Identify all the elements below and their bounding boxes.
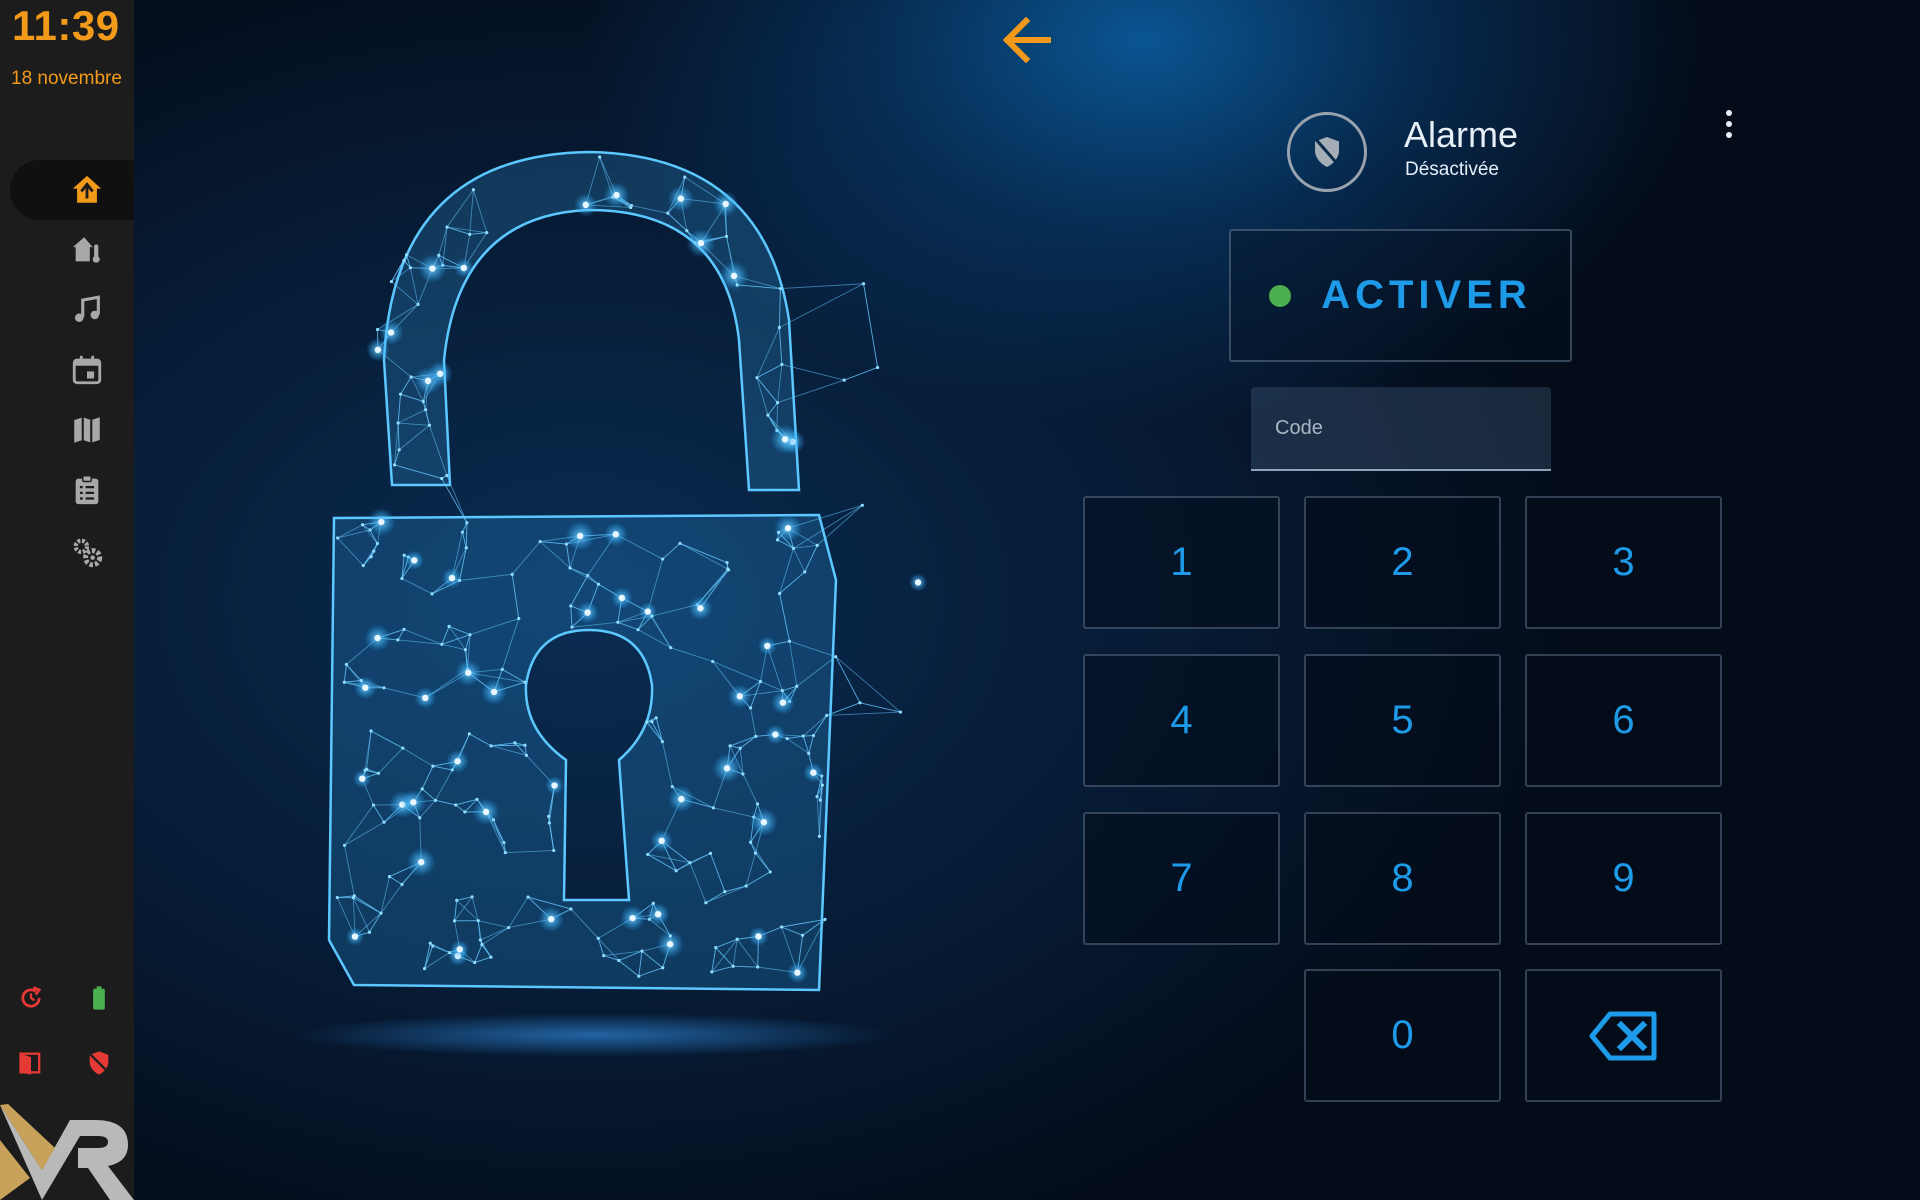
home-shield-icon (72, 175, 102, 203)
alarm-title: Alarme (1404, 114, 1519, 155)
clipboard-list-icon (75, 475, 99, 505)
sidebar-item-calendar[interactable] (10, 340, 134, 400)
shield-off-icon (88, 1051, 110, 1075)
map-icon (74, 417, 100, 443)
alarm-state: Désactivée (1405, 159, 1499, 180)
key-0[interactable]: 0 (1304, 969, 1501, 1102)
gears-icon (73, 538, 103, 568)
sidebar-item-map[interactable] (10, 400, 134, 460)
battery-icon (93, 986, 105, 1010)
code-field[interactable] (1251, 387, 1551, 471)
open-padlock-illustration (294, 150, 928, 1057)
clock-time: 11:39 (12, 2, 120, 49)
key-6[interactable]: 6 (1525, 654, 1722, 787)
key-1[interactable]: 1 (1083, 496, 1280, 629)
backspace-icon (1589, 1011, 1656, 1060)
status-dot (1269, 284, 1292, 307)
code-input[interactable] (1251, 387, 1551, 469)
sidebar-item-home[interactable] (10, 160, 134, 220)
key-2[interactable]: 2 (1304, 496, 1501, 629)
home-thermometer-icon (72, 237, 100, 263)
sidebar-item-settings[interactable] (10, 522, 134, 582)
sidebar-item-house[interactable] (10, 220, 134, 280)
key-4[interactable]: 4 (1083, 654, 1280, 787)
activate-label: ACTIVER (1321, 273, 1532, 317)
activate-button[interactable]: ACTIVER (1229, 229, 1572, 362)
backspace-button[interactable] (1525, 969, 1722, 1102)
refresh-icon (21, 986, 42, 1008)
key-5[interactable]: 5 (1304, 654, 1501, 787)
shield-off-icon (1315, 137, 1339, 167)
key-8[interactable]: 8 (1304, 812, 1501, 945)
brand-logo (0, 1104, 134, 1200)
refresh-status[interactable] (16, 983, 46, 1013)
key-3[interactable]: 3 (1525, 496, 1722, 629)
key-7[interactable]: 7 (1083, 812, 1280, 945)
sidebar-item-music[interactable] (10, 280, 134, 340)
music-note-icon (74, 295, 100, 323)
more-options-icon[interactable] (1717, 106, 1741, 142)
back-arrow-icon[interactable] (998, 12, 1058, 68)
main-area: Alarme Désactivée ACTIVER 1 2 3 4 5 6 7 … (134, 0, 1920, 1200)
door-status[interactable] (16, 1048, 46, 1078)
alarm-status[interactable] (84, 1048, 114, 1078)
key-9[interactable]: 9 (1525, 812, 1722, 945)
clock-date: 18 novembre (11, 68, 122, 89)
alarm-status-badge[interactable] (1287, 112, 1367, 192)
calendar-icon (72, 355, 102, 385)
sidebar: 11:39 18 novembre (0, 0, 134, 1200)
sidebar-item-tasks[interactable] (10, 460, 134, 520)
door-open-icon (19, 1052, 41, 1075)
battery-status[interactable] (84, 983, 114, 1013)
